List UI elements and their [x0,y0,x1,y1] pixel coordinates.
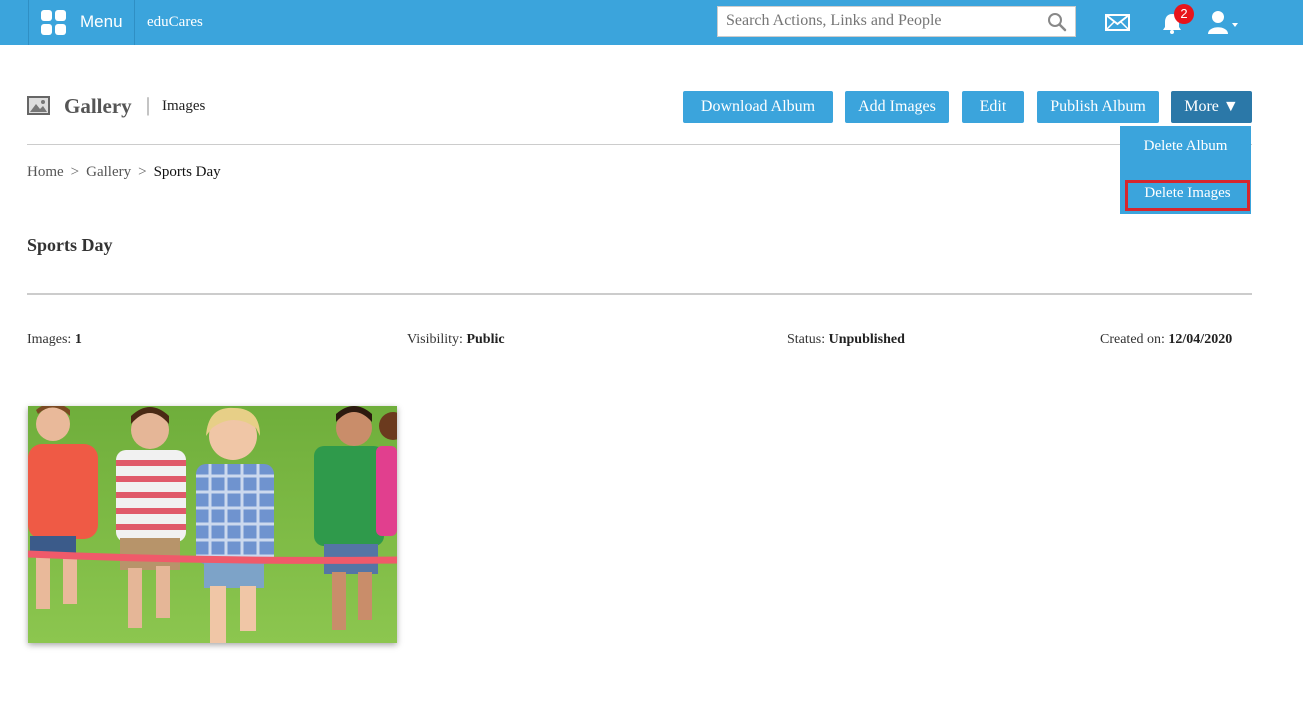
delete-images-menu-item[interactable]: Delete Images [1125,180,1250,211]
publish-album-button[interactable]: Publish Album [1037,91,1159,123]
search-input[interactable] [726,12,1036,30]
album-image-thumbnail[interactable] [28,406,397,643]
breadcrumb-current: Sports Day [153,164,221,180]
album-title: Sports Day [27,235,113,255]
page-title: Gallery [64,94,132,118]
created-info: Created on: 12/04/2020 [1100,332,1232,348]
edit-button[interactable]: Edit [962,91,1024,123]
visibility-value: Public [466,332,505,347]
notification-badge: 2 [1174,4,1194,24]
header-divider [27,144,1252,145]
status-info: Status: Unpublished [787,332,905,348]
top-navigation-bar: Menu eduCares 2 [0,0,1303,45]
images-count-info: Images: 1 [27,332,82,348]
images-count: 1 [74,332,82,347]
download-album-button[interactable]: Download Album [683,91,833,123]
breadcrumb-separator: > [138,164,147,180]
title-separator: | [146,94,151,116]
breadcrumb-gallery[interactable]: Gallery [86,164,131,180]
page-subtitle: Images [162,98,206,114]
status-label: Status: [787,332,826,347]
gallery-icon [27,96,50,115]
visibility-label: Visibility: [407,332,463,347]
images-label: Images: [27,332,72,347]
visibility-info: Visibility: Public [407,332,505,348]
menu-grid-icon [41,10,67,36]
search-icon[interactable] [1047,12,1067,32]
delete-album-menu-item[interactable]: Delete Album [1120,138,1251,155]
album-divider [27,293,1252,295]
created-label: Created on: [1100,332,1165,347]
user-icon[interactable] [1206,10,1240,34]
breadcrumb: Home > Gallery > Sports Day [27,164,221,181]
search-box [717,6,1076,37]
created-date: 12/04/2020 [1168,332,1233,347]
menu-button[interactable]: Menu [28,0,135,45]
status-value: Unpublished [828,332,905,347]
more-button[interactable]: More ▼ [1171,91,1252,123]
brand-link[interactable]: eduCares [147,14,203,31]
breadcrumb-separator: > [70,164,80,180]
breadcrumb-home[interactable]: Home [27,164,64,180]
menu-label: Menu [80,12,123,31]
add-images-button[interactable]: Add Images [845,91,949,123]
more-dropdown-menu: Delete Album Delete Images [1120,126,1251,214]
mail-icon[interactable] [1105,14,1130,31]
sports-day-photo [28,406,397,643]
